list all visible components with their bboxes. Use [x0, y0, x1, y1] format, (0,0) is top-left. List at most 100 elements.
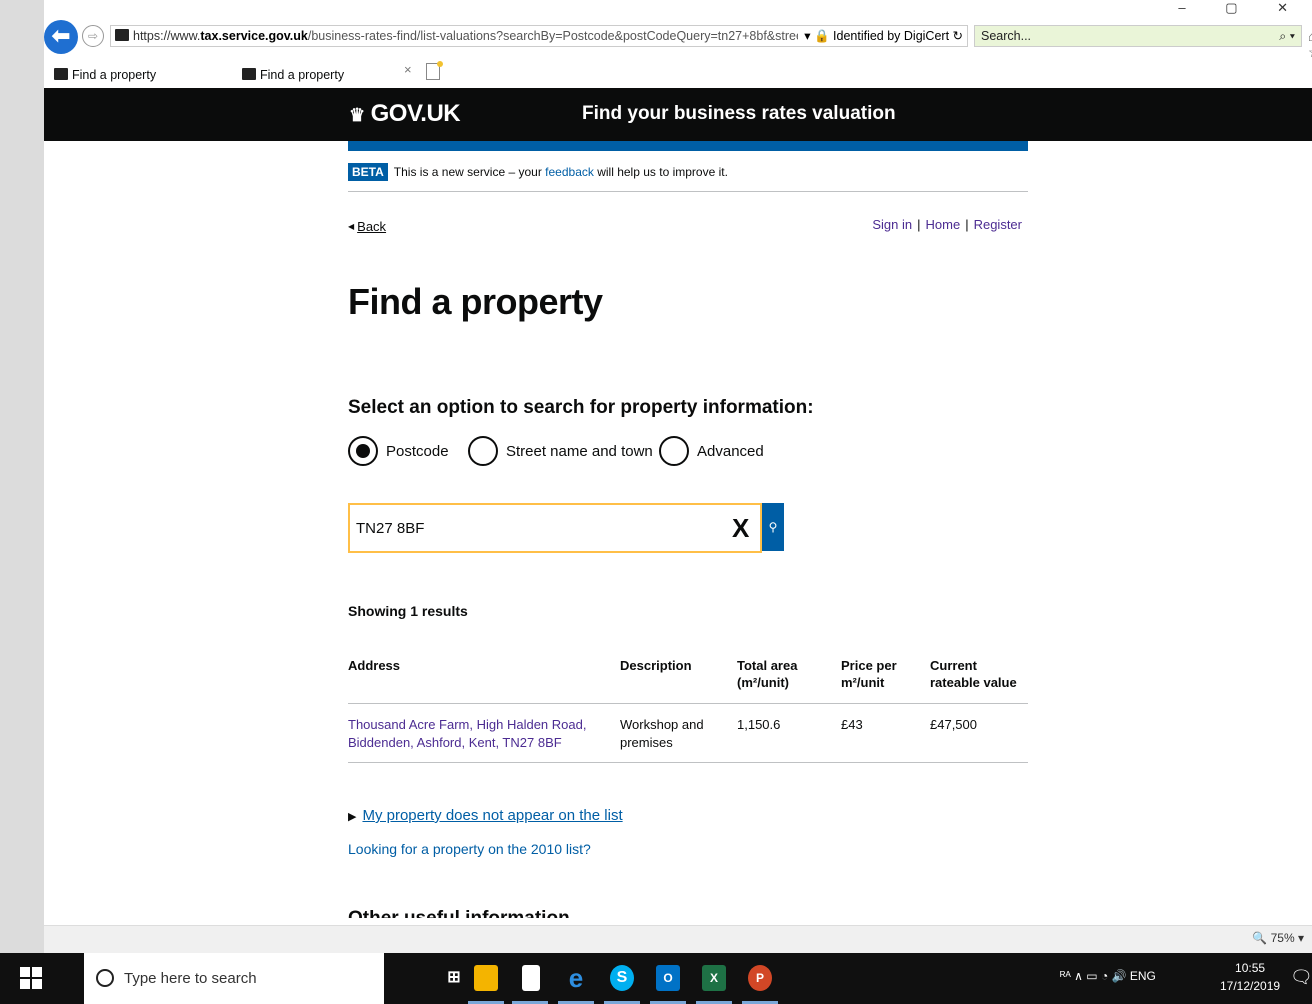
column-header-total-area: Total area (m²/unit) [737, 653, 841, 704]
tab-close-icon[interactable]: × [404, 62, 412, 77]
browser-search-placeholder: Search... [981, 29, 1032, 43]
zoom-level[interactable]: 🔍 75% ▾ [1252, 931, 1304, 945]
other-info-heading: Other useful information [348, 908, 570, 918]
windows-taskbar: Type here to search ⊞ e S O X P ᴿᴬ ∧ ▭ ◔… [0, 953, 1312, 1004]
sign-in-link[interactable]: Sign in [872, 217, 912, 232]
home-link[interactable]: Home [926, 217, 961, 232]
beta-tag: BETA [348, 163, 388, 181]
left-gutter [0, 0, 44, 953]
file-explorer-icon[interactable] [474, 965, 498, 991]
search-icon: ⚲ [768, 520, 778, 534]
browser-chrome: – ▢ ✕ ⬅ ⇨ https://www.tax.service.gov.uk… [44, 0, 1312, 88]
back-link[interactable]: ◀ Back [348, 219, 386, 234]
govuk-favicon-icon [242, 68, 256, 80]
beta-banner: BETA This is a new service – your feedbac… [348, 163, 728, 181]
cell-address: Thousand Acre Farm, High Halden Road, Bi… [348, 703, 620, 763]
feedback-link[interactable]: feedback [545, 165, 594, 179]
property-address-link[interactable]: Thousand Acre Farm, High Halden Road, Bi… [348, 717, 586, 750]
radio-label: Street name and town [506, 442, 653, 460]
postcode-input[interactable] [356, 517, 716, 539]
column-header-rateable-value: Current rateable value [930, 653, 1028, 704]
not-on-list-label: My property does not appear on the list [362, 807, 623, 824]
taskbar-clock[interactable]: 10:55 17/12/2019 [1220, 959, 1280, 995]
address-bar[interactable]: https://www.tax.service.gov.uk/business-… [110, 25, 968, 47]
column-header-address: Address [348, 653, 620, 704]
results-count: Showing 1 results [348, 603, 468, 619]
cell-description: Workshop and premises [620, 703, 737, 763]
beta-text-before: This is a new service – your [393, 165, 546, 179]
task-view-icon[interactable]: ⊞ [442, 965, 466, 991]
radio-label: Postcode [386, 442, 449, 460]
notepad-icon[interactable] [522, 965, 540, 991]
radio-button-icon[interactable] [659, 436, 689, 466]
search-option-label: Select an option to search for property … [348, 397, 814, 418]
clock-date: 17/12/2019 [1220, 979, 1281, 993]
browser-search-box[interactable]: Search... ⌕ ▾ [974, 25, 1302, 47]
clock-time: 10:55 [1235, 961, 1266, 975]
results-table: Address Description Total area (m²/unit)… [348, 653, 1028, 763]
certificate-indicator[interactable]: ▾ 🔒 Identified by DigiCert ↻ [798, 26, 963, 46]
cell-rateable-value: £47,500 [930, 703, 1028, 763]
home-favorites-icons[interactable]: ⌂ ☆ [1308, 28, 1312, 61]
cortana-icon [96, 969, 114, 987]
tab-strip: Find a property Find a property × [44, 61, 1312, 88]
govuk-favicon-icon [54, 68, 68, 80]
tab-label: Find a property [260, 68, 345, 82]
radio-selected-dot [356, 444, 370, 458]
tab-find-a-property-1[interactable]: Find a property [50, 65, 230, 87]
radio-button-icon[interactable] [348, 436, 378, 466]
browser-forward-button[interactable]: ⇨ [82, 25, 104, 47]
system-tray[interactable]: ᴿᴬ ∧ ▭ ◔ 🔊 ENG [1060, 969, 1156, 983]
govuk-logo-text: GOV.UK [370, 100, 461, 127]
browser-back-button[interactable]: ⬅ [44, 20, 78, 54]
clear-icon[interactable]: X [732, 514, 749, 542]
tab-find-a-property-2[interactable]: Find a property [238, 65, 448, 87]
url-domain: tax.service.gov.uk [200, 29, 308, 43]
register-link[interactable]: Register [974, 217, 1022, 232]
govuk-logo[interactable]: ♛ GOV.UK [349, 100, 461, 128]
taskbar-search[interactable]: Type here to search [84, 953, 384, 1004]
internet-explorer-icon[interactable]: e [564, 965, 588, 991]
windows-start-icon[interactable] [20, 967, 42, 989]
new-tab-icon[interactable] [426, 61, 443, 80]
url-path: /business-rates-find/list-valuations?sea… [307, 29, 824, 43]
list-2010-link[interactable]: Looking for a property on the 2010 list? [348, 841, 591, 857]
radio-postcode[interactable]: Postcode [348, 436, 449, 466]
page-title: Find a property [348, 281, 603, 322]
govuk-favicon-icon [115, 29, 129, 41]
account-links: Sign in | Home | Register [872, 217, 1022, 232]
column-header-description: Description [620, 653, 737, 704]
not-on-list-toggle[interactable]: ▶ My property does not appear on the list [348, 807, 623, 824]
notification-icon[interactable]: 🗨 [1290, 967, 1312, 988]
search-button[interactable]: ⚲ [762, 503, 784, 551]
back-link-label: Back [357, 219, 387, 234]
back-triangle-icon: ◀ [348, 222, 355, 231]
radio-label: Advanced [697, 442, 764, 460]
skype-icon[interactable]: S [610, 965, 634, 991]
table-row: Thousand Acre Farm, High Halden Road, Bi… [348, 703, 1028, 763]
column-header-price-per-unit: Price per m²/unit [841, 653, 930, 704]
table-header-row: Address Description Total area (m²/unit)… [348, 653, 1028, 704]
url-prefix: https://www. [133, 29, 201, 43]
header-blue-bar [348, 141, 1028, 151]
cell-total-area: 1,150.6 [737, 703, 841, 763]
disclosure-triangle-icon: ▶ [348, 811, 357, 823]
powerpoint-icon[interactable]: P [748, 965, 772, 991]
outlook-icon[interactable]: O [656, 965, 680, 991]
radio-street-name-and-town[interactable]: Street name and town [468, 436, 653, 466]
radio-button-icon[interactable] [468, 436, 498, 466]
window-controls[interactable]: – ▢ ✕ [1178, 0, 1306, 16]
crown-icon: ♛ [349, 105, 365, 125]
service-name[interactable]: Find your business rates valuation [582, 103, 896, 125]
beta-divider [348, 191, 1028, 192]
link-separator: | [965, 217, 969, 232]
excel-icon[interactable]: X [702, 965, 726, 991]
postcode-search-field[interactable]: X [348, 503, 762, 553]
beta-text-after: will help us to improve it. [593, 165, 728, 179]
browser-status-bar: 🔍 75% ▾ [44, 925, 1312, 953]
govuk-header: ♛ GOV.UK Find your business rates valuati… [44, 88, 1312, 141]
link-separator: | [917, 217, 921, 232]
search-icon[interactable]: ⌕ ▾ [1279, 26, 1295, 46]
tab-label: Find a property [72, 68, 157, 82]
radio-advanced[interactable]: Advanced [659, 436, 764, 466]
